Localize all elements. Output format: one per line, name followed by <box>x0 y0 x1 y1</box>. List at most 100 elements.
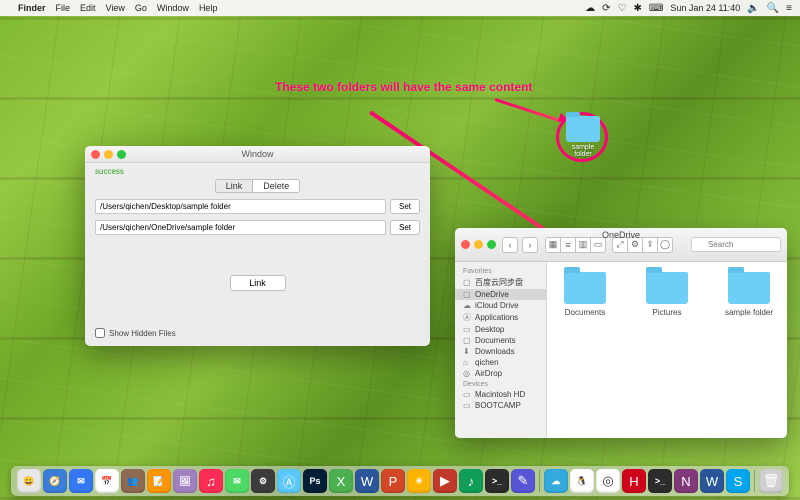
folder-documents[interactable]: Documents <box>557 272 613 317</box>
desktop-folder-sample[interactable]: sample folder <box>563 116 603 158</box>
status-text: success <box>95 167 420 176</box>
dock-media-icon[interactable]: ▶ <box>433 469 457 493</box>
menu-window[interactable]: Window <box>157 3 189 13</box>
dock-trash-icon[interactable]: 🗑 <box>759 469 783 493</box>
folder-icon <box>564 272 606 304</box>
dock-excel-icon[interactable]: X <box>329 469 353 493</box>
set-source-button[interactable]: Set <box>390 199 420 214</box>
menu-view[interactable]: View <box>106 3 125 13</box>
heart-icon[interactable]: ♡ <box>618 3 627 14</box>
search-input[interactable] <box>691 237 781 252</box>
sidebar-item-applications[interactable]: ⒶApplications <box>455 311 546 324</box>
cloud-icon[interactable]: ☁︎ <box>585 3 595 14</box>
folder-sample[interactable]: sample folder <box>721 272 777 317</box>
close-icon[interactable] <box>461 240 470 249</box>
dock-separator <box>539 470 540 492</box>
menu-help[interactable]: Help <box>199 3 218 13</box>
dock-contacts-icon[interactable]: 👥 <box>121 469 145 493</box>
arrange-button[interactable]: ⤢ <box>612 237 628 253</box>
tab-link[interactable]: Link <box>216 180 253 192</box>
sidebar-header-devices: Devices <box>455 379 546 389</box>
folder-pictures[interactable]: Pictures <box>639 272 695 317</box>
dock-messages-icon[interactable]: ✉︎ <box>225 469 249 493</box>
sidebar-item-baidu[interactable]: ▢百度云同步盘 <box>455 276 546 289</box>
dock-app-icon[interactable]: ◎ <box>596 469 620 493</box>
sidebar-item-icloud[interactable]: ☁︎iCloud Drive <box>455 300 546 311</box>
folder-icon <box>728 272 770 304</box>
sidebar-item-airdrop[interactable]: ◎AirDrop <box>455 368 546 379</box>
sidebar-item-macintosh-hd[interactable]: ▭Macintosh HD <box>455 389 546 400</box>
folder-label: sample folder <box>721 308 777 317</box>
dock-iterm-icon[interactable]: >_ <box>648 469 672 493</box>
view-list-button[interactable]: ≡ <box>560 237 576 253</box>
link-window-titlebar[interactable]: Window <box>85 146 430 163</box>
volume-icon[interactable]: 🔈 <box>747 3 759 14</box>
view-column-button[interactable]: ▥ <box>575 237 591 253</box>
dock-calendar-icon[interactable]: 📅 <box>95 469 119 493</box>
share-button[interactable]: ⇪ <box>642 237 658 253</box>
sidebar-item-downloads[interactable]: ⬇︎Downloads <box>455 346 546 357</box>
link-window-title: Window <box>85 149 430 159</box>
dock-notes-icon[interactable]: 📝 <box>147 469 171 493</box>
dock-settings-icon[interactable]: ⚙︎ <box>251 469 275 493</box>
show-hidden-checkbox-label[interactable]: Show Hidden Files <box>95 328 420 338</box>
dock-word2-icon[interactable]: W <box>700 469 724 493</box>
bluetooth-icon[interactable]: ✱ <box>634 3 642 14</box>
set-target-button[interactable]: Set <box>390 220 420 235</box>
sidebar-item-bootcamp[interactable]: ▭BOOTCAMP <box>455 400 546 411</box>
dock-word-icon[interactable]: W <box>355 469 379 493</box>
sidebar-item-desktop[interactable]: ▭Desktop <box>455 324 546 335</box>
sidebar-item-home[interactable]: ⌂qichen <box>455 357 546 368</box>
keyboard-icon[interactable]: ⌨︎ <box>649 3 663 14</box>
dock-terminal-icon[interactable]: >_ <box>485 469 509 493</box>
documents-icon: ▢ <box>463 336 472 345</box>
sidebar-item-onedrive[interactable]: ▢OneDrive <box>455 289 546 300</box>
dock-powerpoint-icon[interactable]: P <box>381 469 405 493</box>
show-hidden-checkbox[interactable] <box>95 328 105 338</box>
notification-icon[interactable]: ≡ <box>786 3 792 14</box>
dock-separator <box>754 470 755 492</box>
view-gallery-button[interactable]: ▭ <box>590 237 606 253</box>
minimize-icon[interactable] <box>474 240 483 249</box>
finder-window: ‹ › ▦ ≡ ▥ ▭ ⤢ ⚙︎ ⇪ ◯ OneDrive 🔍 Favorite… <box>455 228 787 438</box>
finder-sidebar: Favorites ▢百度云同步盘 ▢OneDrive ☁︎iCloud Dri… <box>455 262 547 438</box>
spotlight-icon[interactable]: 🔍 <box>767 3 779 14</box>
dock-itunes-icon[interactable]: ♫ <box>199 469 223 493</box>
dock-appstore-icon[interactable]: Ⓐ <box>277 469 301 493</box>
dock-app-h-icon[interactable]: H <box>622 469 646 493</box>
dock-onenote-icon[interactable]: N <box>674 469 698 493</box>
annotation-text: These two folders will have the same con… <box>275 80 532 94</box>
dock-textedit-icon[interactable]: ✎ <box>511 469 535 493</box>
airdrop-icon: ◎ <box>463 369 472 378</box>
dock-cloud-icon[interactable]: ☁︎ <box>544 469 568 493</box>
action-button[interactable]: ⚙︎ <box>627 237 643 253</box>
menu-go[interactable]: Go <box>135 3 147 13</box>
dock-mail-icon[interactable]: ✉︎ <box>69 469 93 493</box>
target-path-input[interactable] <box>95 220 386 235</box>
dock-safari-icon[interactable]: 🧭 <box>43 469 67 493</box>
dock-qq-icon[interactable]: 🐧 <box>570 469 594 493</box>
zoom-icon[interactable] <box>487 240 496 249</box>
sidebar-item-documents[interactable]: ▢Documents <box>455 335 546 346</box>
dock-weather-icon[interactable]: ☀︎ <box>407 469 431 493</box>
source-path-input[interactable] <box>95 199 386 214</box>
cloud-icon: ☁︎ <box>463 301 472 310</box>
dock-spotify-icon[interactable]: ♪ <box>459 469 483 493</box>
folder-icon <box>646 272 688 304</box>
link-button[interactable]: Link <box>230 275 286 291</box>
dock-finder-icon[interactable]: 😀 <box>17 469 41 493</box>
tags-button[interactable]: ◯ <box>657 237 673 253</box>
clock-text[interactable]: Sun Jan 24 11:40 <box>670 3 740 13</box>
tab-delete[interactable]: Delete <box>252 180 299 192</box>
menu-edit[interactable]: Edit <box>80 3 96 13</box>
view-icon-button[interactable]: ▦ <box>545 237 561 253</box>
dock-photoshop-icon[interactable]: Ps <box>303 469 327 493</box>
menu-file[interactable]: File <box>56 3 71 13</box>
finder-content[interactable]: Documents Pictures sample folder <box>547 262 787 438</box>
back-button[interactable]: ‹ <box>502 237 518 253</box>
dock-photos-icon[interactable]: 🖼 <box>173 469 197 493</box>
dock-skype-icon[interactable]: S <box>726 469 750 493</box>
app-name[interactable]: Finder <box>18 3 46 13</box>
forward-button[interactable]: › <box>522 237 538 253</box>
sync-icon[interactable]: ⟳ <box>602 3 610 14</box>
